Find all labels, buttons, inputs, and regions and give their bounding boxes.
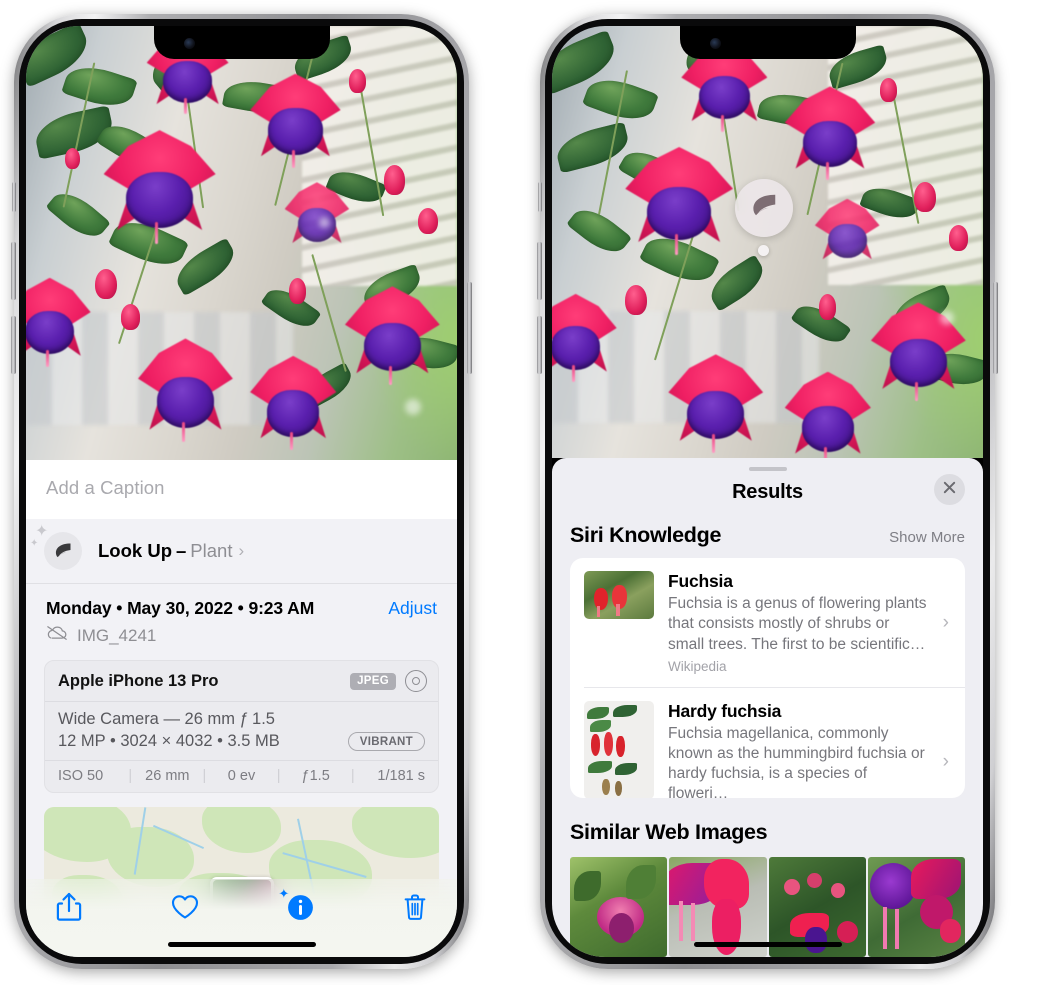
- volume-up-button[interactable]: [11, 242, 16, 300]
- knowledge-item-description: Fuchsia is a genus of flowering plants t…: [668, 595, 927, 653]
- web-image-1[interactable]: [570, 857, 668, 957]
- info-button[interactable]: ✦: [278, 887, 314, 921]
- trash-icon: [403, 893, 427, 921]
- screenshot-root: Add a Caption ✦ ✦ Look Up – Plant › Mond…: [0, 0, 1055, 985]
- icloud-slash-icon: [46, 625, 68, 646]
- exif-stat-aperture: ƒ1.5: [301, 768, 330, 784]
- right-screen: Results Siri Knowledge Show More Fuchsia…: [552, 26, 983, 957]
- leaf-icon: [44, 532, 82, 570]
- exif-stat-ev: 0 ev: [227, 768, 256, 784]
- knowledge-item-description: Fuchsia magellanica, commonly known as t…: [668, 724, 925, 798]
- right-phone: Results Siri Knowledge Show More Fuchsia…: [537, 14, 998, 969]
- look-up-prefix: Look Up: [98, 540, 172, 561]
- exif-stat-iso: ISO 50: [58, 768, 104, 784]
- filename-text: IMG_4241: [77, 625, 157, 645]
- exif-card[interactable]: Apple iPhone 13 Pro JPEG Wide Camera — 2…: [44, 660, 439, 793]
- power-button[interactable]: [993, 282, 998, 374]
- section-title: Siri Knowledge: [570, 523, 722, 548]
- info-sparkle-icon: [287, 894, 314, 921]
- mute-switch[interactable]: [12, 182, 16, 212]
- exif-stat-focal: 26 mm: [145, 768, 190, 784]
- share-button[interactable]: [56, 892, 82, 922]
- caption-input[interactable]: Add a Caption: [26, 460, 457, 519]
- date-row: Monday • May 30, 2022 • 9:23 AM Adjust: [26, 584, 457, 623]
- delete-button[interactable]: [403, 893, 427, 921]
- leaf-icon: [749, 191, 779, 226]
- close-icon: [942, 480, 957, 500]
- chevron-right-icon: ›: [942, 751, 949, 773]
- section-title: Similar Web Images: [570, 820, 768, 844]
- results-title: Results: [732, 481, 803, 504]
- aperture-icon: [405, 670, 427, 692]
- photo-viewer[interactable]: [552, 26, 983, 458]
- results-header: Results: [552, 471, 983, 520]
- left-phone: Add a Caption ✦ ✦ Look Up – Plant › Mond…: [11, 14, 472, 969]
- exif-body: Wide Camera — 26 mm ƒ 1.5 12 MP • 3024 ×…: [45, 702, 438, 760]
- knowledge-item-body: Fuchsia Fuchsia is a genus of flowering …: [668, 571, 929, 673]
- siri-knowledge-header: Siri Knowledge Show More: [552, 520, 983, 558]
- home-indicator[interactable]: [167, 942, 316, 947]
- web-image-4[interactable]: [867, 857, 965, 957]
- front-camera-icon: [709, 38, 721, 49]
- results-sheet: Results Siri Knowledge Show More Fuchsia…: [552, 458, 983, 957]
- similar-web-images-header: Similar Web Images: [552, 798, 983, 855]
- notch: [679, 26, 856, 59]
- format-badge: JPEG: [350, 672, 396, 690]
- look-up-subject: Plant: [190, 540, 233, 561]
- style-badge: VIBRANT: [347, 732, 425, 751]
- exif-header: Apple iPhone 13 Pro JPEG: [45, 661, 438, 702]
- knowledge-item-hardy-fuchsia[interactable]: Hardy fuchsia Fuchsia magellanica, commo…: [584, 686, 965, 798]
- knowledge-item-body: Hardy fuchsia Fuchsia magellanica, commo…: [668, 701, 929, 798]
- lens-info: Wide Camera — 26 mm ƒ 1.5: [58, 710, 275, 728]
- mute-switch[interactable]: [538, 182, 542, 212]
- look-up-icon-wrap: ✦ ✦: [30, 524, 82, 570]
- photo-viewer[interactable]: [26, 26, 457, 460]
- heart-icon: [171, 894, 199, 920]
- front-camera-icon: [183, 38, 195, 49]
- show-more-button[interactable]: Show More: [889, 529, 965, 546]
- siri-knowledge-card: Fuchsia Fuchsia is a genus of flowering …: [570, 558, 965, 798]
- visual-look-up-anchor-dot: [758, 245, 769, 256]
- knowledge-item-title: Fuchsia: [668, 571, 733, 592]
- left-screen: Add a Caption ✦ ✦ Look Up – Plant › Mond…: [26, 26, 457, 957]
- exif-stats: ISO 50 | 26 mm | 0 ev | ƒ1.5 | 1/181 s: [45, 760, 438, 792]
- filename-row: IMG_4241: [26, 623, 457, 660]
- photo-info-sheet: Add a Caption ✦ ✦ Look Up – Plant › Mond…: [26, 460, 457, 957]
- thumbnail-image: [584, 571, 654, 620]
- exif-header-badges: JPEG: [350, 670, 427, 692]
- adjust-button[interactable]: Adjust: [388, 598, 437, 619]
- close-button[interactable]: [934, 474, 965, 506]
- look-up-label: Look Up – Plant ›: [98, 540, 244, 562]
- exif-stat-shutter: 1/181 s: [377, 768, 425, 784]
- knowledge-item-fuchsia[interactable]: Fuchsia Fuchsia is a genus of flowering …: [570, 558, 965, 686]
- knowledge-item-title: Hardy fuchsia: [668, 700, 782, 721]
- thumbnail-image: [584, 700, 654, 798]
- volume-down-button[interactable]: [537, 316, 542, 374]
- look-up-dash: –: [176, 540, 187, 561]
- photo-date: Monday • May 30, 2022 • 9:23 AM: [46, 598, 315, 618]
- size-info: 12 MP • 3024 × 4032 • 3.5 MB: [58, 732, 280, 750]
- sparkle-small-icon: ✦: [30, 538, 39, 549]
- chevron-right-icon: ›: [238, 541, 245, 560]
- share-icon: [56, 892, 82, 922]
- sparkle-icon: ✦: [278, 885, 290, 901]
- volume-down-button[interactable]: [11, 316, 16, 374]
- device-name: Apple iPhone 13 Pro: [58, 671, 219, 690]
- chevron-right-icon: ›: [942, 611, 949, 633]
- visual-look-up-badge[interactable]: [735, 179, 793, 237]
- notch: [153, 26, 330, 59]
- look-up-row[interactable]: ✦ ✦ Look Up – Plant ›: [26, 519, 457, 584]
- home-indicator[interactable]: [693, 942, 842, 947]
- caption-placeholder: Add a Caption: [46, 477, 165, 498]
- power-button[interactable]: [467, 282, 472, 374]
- favorite-button[interactable]: [171, 894, 199, 920]
- volume-up-button[interactable]: [537, 242, 542, 300]
- knowledge-item-source: Wikipedia: [668, 658, 727, 674]
